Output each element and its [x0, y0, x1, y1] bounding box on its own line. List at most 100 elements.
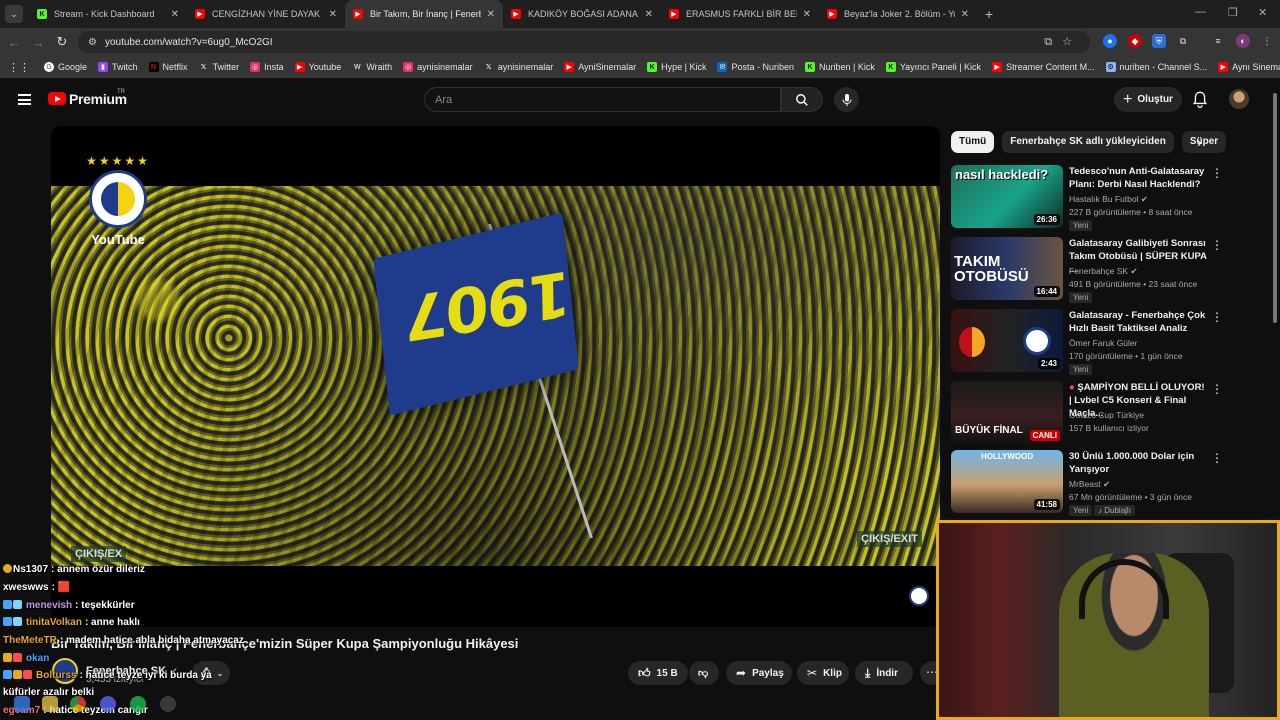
recommendation-channel[interactable]: Fenerbahçe SK ✔	[1069, 266, 1138, 277]
create-button[interactable]: + Oluştur	[1114, 87, 1182, 112]
recommendation-item[interactable]: nasıl hackledi? 26:36 Tedesco'nun Anti-G…	[951, 165, 1231, 231]
dislike-button[interactable]: 👎︎	[689, 661, 719, 685]
apps-icon[interactable]: ⋮⋮	[8, 61, 30, 74]
bookmark-twitch[interactable]: ▮ Twitch	[98, 62, 138, 72]
bookmark-hype-kick[interactable]: K Hype | Kick	[647, 62, 706, 72]
forward-icon[interactable]: →	[26, 35, 50, 50]
recommendation-item[interactable]: 2:43 Galatasaray - Fenerbahçe Çok Hızlı …	[951, 309, 1231, 375]
browser-tab-active[interactable]: ▶ Bir Takım, Bir İnanç | Fenerbahçe ✕	[345, 0, 503, 28]
kebab-menu-icon[interactable]: ⋮	[1211, 310, 1223, 324]
tab-search-button[interactable]: ⌄	[5, 5, 23, 23]
browser-tab[interactable]: ▶ ERASMUS FARKLI BİR BEDENDE ✕	[661, 0, 819, 28]
bookmark-streamer-content[interactable]: ▶ Streamer Content M...	[992, 62, 1095, 72]
notifications-button[interactable]	[1192, 91, 1208, 111]
close-window-icon[interactable]: ✕	[1258, 6, 1267, 19]
video-thumbnail[interactable]: TAKIM OTOBÜSÜ 16:44	[951, 237, 1063, 300]
recommendation-item[interactable]: TAKIM OTOBÜSÜ 16:44 Galatasaray Galibiye…	[951, 237, 1231, 303]
back-icon[interactable]: ←	[2, 35, 26, 50]
profile-icon[interactable]: ◐	[1236, 34, 1250, 48]
reload-icon[interactable]: ↻	[50, 34, 74, 50]
kebab-menu-icon[interactable]: ⋮	[1211, 238, 1223, 252]
close-icon[interactable]: ✕	[487, 9, 495, 20]
bookmark-nuriben-kick[interactable]: K Nuriben | Kick	[804, 62, 875, 72]
channel-watermark-icon[interactable]	[909, 586, 929, 606]
chip-super[interactable]: Süper	[1181, 131, 1227, 153]
bookmark-youtube[interactable]: ▶ Youtube	[294, 62, 341, 72]
discord-icon[interactable]	[100, 696, 116, 712]
browser-tab[interactable]: ▶ Beyaz'la Joker 2. Bölüm - YouTu ✕	[819, 0, 977, 28]
browser-tab[interactable]: ▶ KADIKÖY BOĞASI ADANA YÜRÜ ✕	[503, 0, 661, 28]
voice-search-button[interactable]	[834, 87, 859, 112]
bookmark-star-icon[interactable]: ☆	[1062, 36, 1082, 48]
video-thumbnail[interactable]: BÜYÜK FİNAL CANLI	[951, 381, 1063, 444]
bookmark-aynisinemalar-x[interactable]: 𝕏aynisinemalar	[484, 62, 553, 72]
scrollbar-thumb[interactable]	[1273, 93, 1277, 323]
bookmark-aynisinemalar-insta[interactable]: ◎ aynisinemalar	[403, 62, 473, 72]
recommendation-channel[interactable]: Ömer Faruk Güler	[1069, 338, 1138, 348]
search-input[interactable]	[435, 91, 755, 109]
recommendation-channel[interactable]: MrBeast ✔	[1069, 479, 1110, 490]
shield-icon[interactable]: ⛨	[1152, 34, 1166, 48]
spotify-icon[interactable]	[130, 696, 146, 712]
youtube-logo-icon[interactable]	[48, 92, 66, 105]
bookmark-ayni-sinemalar[interactable]: ▶Aynı Sinemalar - Ça...	[1218, 62, 1280, 72]
close-icon[interactable]: ✕	[329, 9, 337, 20]
close-icon[interactable]: ✕	[803, 9, 811, 20]
recommendation-channel[interactable]: Hastalık Bu Futbol ✔	[1069, 194, 1148, 205]
video-thumbnail[interactable]: HOLLYWOOD 41:58	[951, 450, 1063, 513]
bookmark-nuriben-channel[interactable]: ⚙ nuriben - Channel S...	[1105, 62, 1207, 72]
recommendation-channel[interactable]: Golazo Cup Türkiye	[1069, 410, 1144, 420]
recommendation-item[interactable]: BÜYÜK FİNAL CANLI ● ŞAMPİYON BELLİ OLUYO…	[951, 381, 1231, 445]
bookmark-insta[interactable]: ◎ Insta	[250, 62, 284, 72]
download-button[interactable]: ⤓ İndir	[855, 661, 913, 685]
account-avatar[interactable]	[1229, 89, 1249, 109]
address-bar[interactable]: ⚙ youtube.com/watch?v=6ug0_McO2GI ⧉☆	[78, 31, 1090, 53]
video-thumbnail[interactable]: nasıl hackledi? 26:36	[951, 165, 1063, 228]
cast-icon[interactable]: ⧉	[1044, 36, 1062, 48]
bookmark-google[interactable]: G Google	[44, 62, 87, 72]
kebab-menu-icon[interactable]: ⋮	[1260, 34, 1274, 48]
video-player[interactable]: 1907 ÇIKIŞ/EXIT ÇIKIŞ/EX ★★★★★ YouTube	[51, 126, 940, 627]
recommendation-title[interactable]: 30 Ünlü 1.000.000 Dolar için Yarışıyor	[1069, 450, 1207, 476]
chip-all[interactable]: Tümü	[951, 131, 995, 153]
search-button[interactable]	[781, 87, 823, 112]
kebab-menu-icon[interactable]: ⋮	[1211, 451, 1223, 465]
site-info-icon[interactable]: ⚙	[88, 37, 97, 48]
bookmark-netflix[interactable]: N Netflix	[148, 62, 188, 72]
like-button[interactable]: 👍︎ 15 B	[628, 661, 688, 685]
bookmark-aynisinemalar-yt[interactable]: ▶ AyniSinemalar	[564, 62, 636, 72]
bookmark-twitter[interactable]: 𝕏 Twitter	[199, 62, 239, 72]
chrome-icon[interactable]	[70, 696, 86, 712]
recommendation-item[interactable]: HOLLYWOOD 41:58 30 Ünlü 1.000.000 Dolar …	[951, 450, 1231, 516]
chat-username: okan	[26, 653, 50, 664]
bookmark-label: Posta - Nuriben	[731, 62, 794, 72]
extension-icon[interactable]: ◆	[1128, 34, 1142, 48]
close-icon[interactable]: ✕	[645, 9, 653, 20]
minimize-icon[interactable]: —	[1195, 6, 1206, 18]
windows-start-icon[interactable]	[14, 696, 30, 712]
clip-button[interactable]: ✂ Klip	[797, 661, 849, 685]
puzzle-icon[interactable]: ⧉	[1176, 34, 1190, 48]
recommendation-title[interactable]: Galatasaray - Fenerbahçe Çok Hızlı Basit…	[1069, 309, 1207, 335]
video-thumbnail[interactable]: 2:43	[951, 309, 1063, 372]
recommendation-title[interactable]: Tedesco'nun Anti-Galatasaray Planı: Derb…	[1069, 165, 1207, 191]
new-tab-icon[interactable]: +	[985, 6, 993, 22]
kebab-menu-icon[interactable]: ⋮	[1211, 166, 1223, 180]
chip-from-uploader[interactable]: Fenerbahçe SK adlı yükleyiciden	[1002, 131, 1174, 153]
chevron-right-icon[interactable]: ›	[1197, 134, 1202, 150]
browser-tab[interactable]: K Stream - Kick Dashboard ✕	[29, 0, 187, 28]
bookmark-wraith[interactable]: W Wraith	[352, 62, 392, 72]
file-explorer-icon[interactable]	[42, 696, 58, 712]
browser-tab[interactable]: ▶ CENGİZHAN YİNE DAYAK YEDİ ✕	[187, 0, 345, 28]
bookmark-posta[interactable]: ✉ Posta - Nuriben	[717, 62, 794, 72]
close-icon[interactable]: ✕	[961, 9, 969, 20]
kebab-menu-icon[interactable]: ⋮	[1211, 382, 1223, 396]
maximize-icon[interactable]: ❐	[1228, 6, 1238, 19]
hamburger-menu-icon[interactable]	[18, 94, 31, 105]
share-button[interactable]: ➦ Paylaş	[726, 661, 792, 685]
close-icon[interactable]: ✕	[171, 9, 179, 20]
extension-icon[interactable]: ●	[1103, 34, 1117, 48]
app-icon[interactable]	[160, 696, 176, 712]
reading-list-icon[interactable]: ≡	[1211, 34, 1225, 48]
bookmark-yayinci-paneli[interactable]: K Yayıncı Paneli | Kick	[885, 62, 981, 72]
